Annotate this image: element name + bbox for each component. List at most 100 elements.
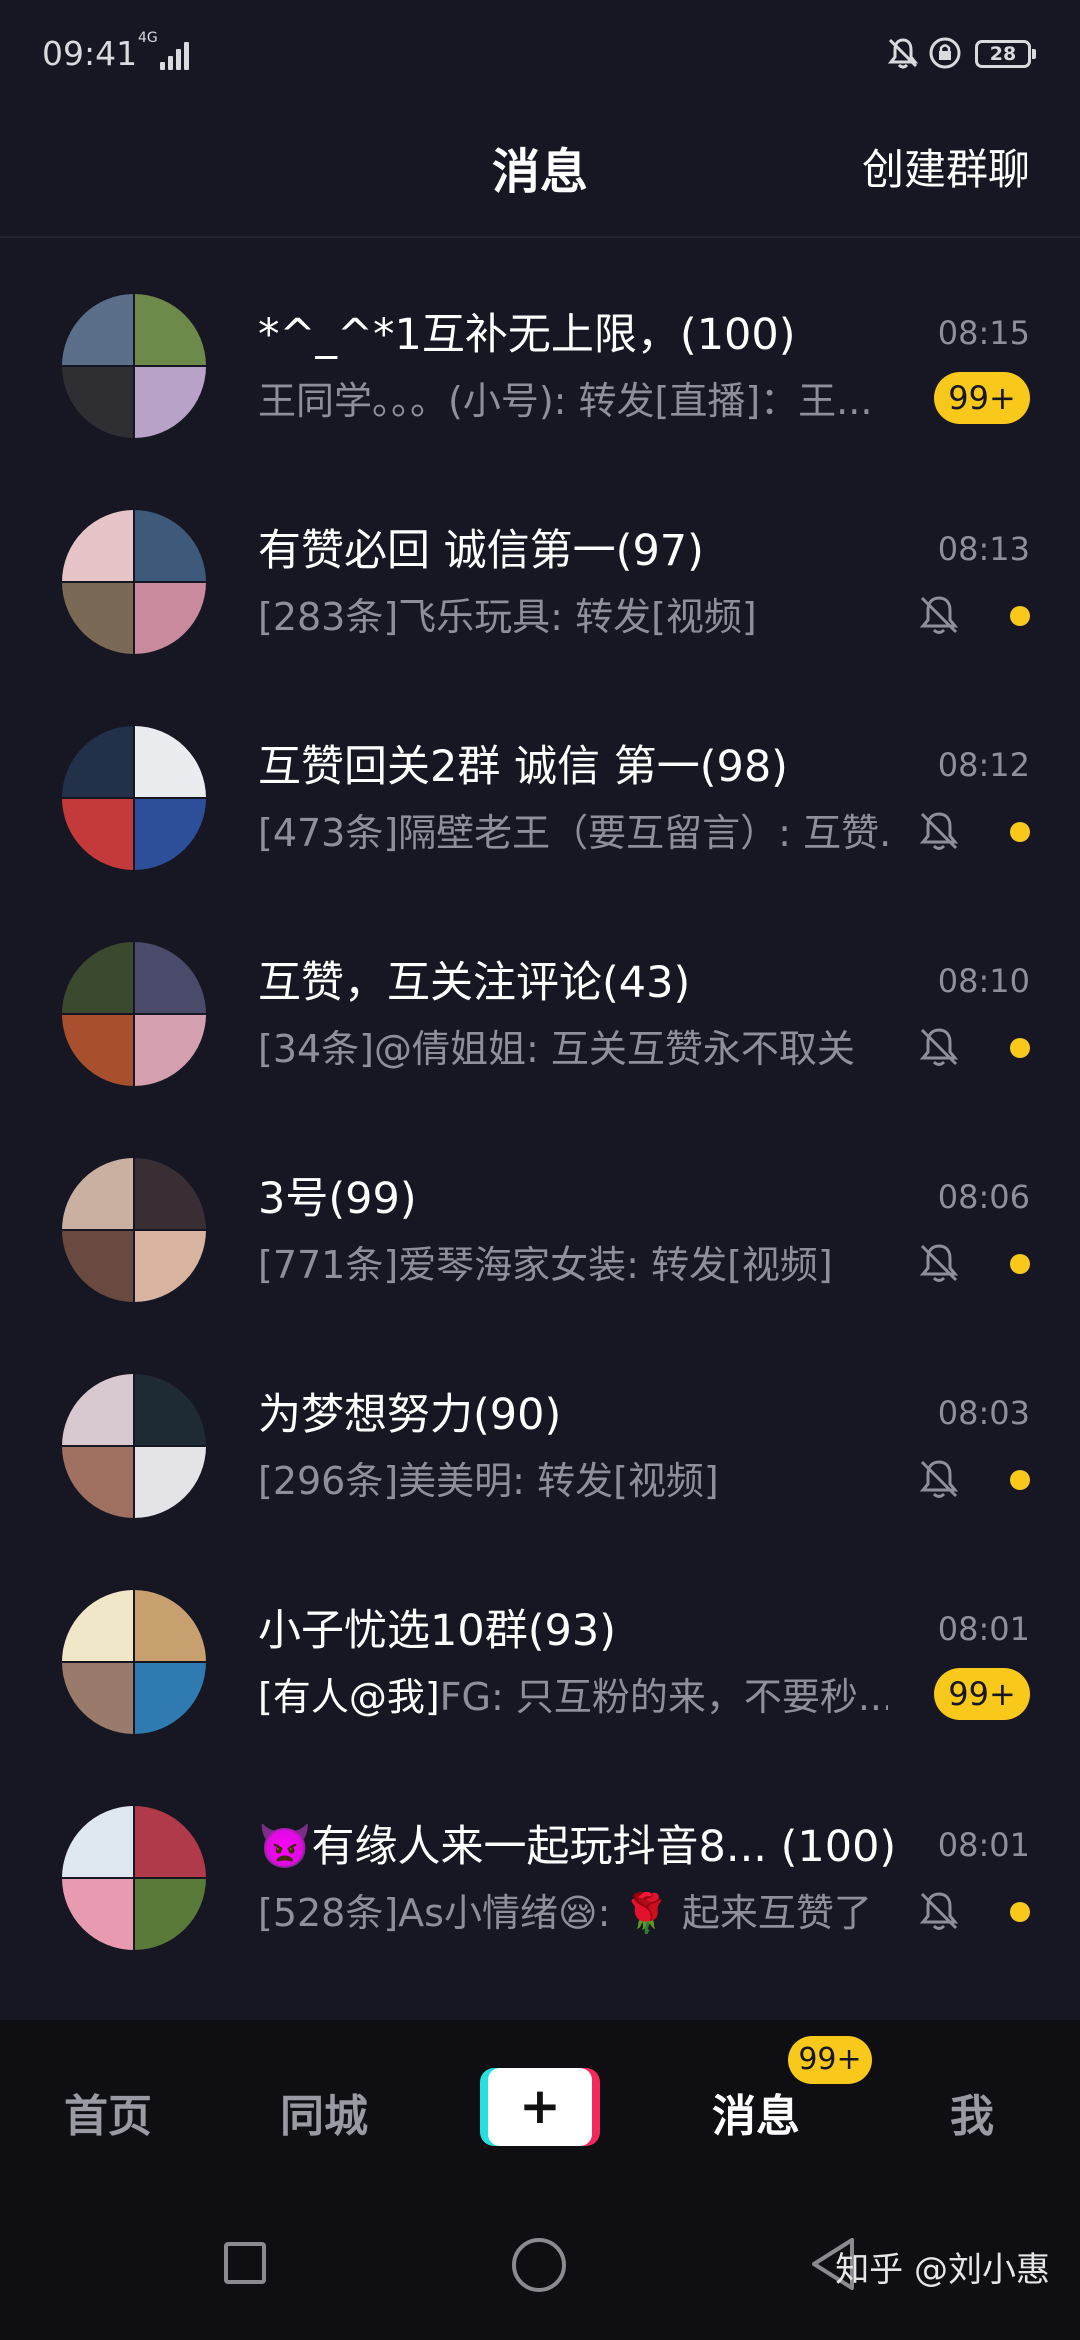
unread-dot	[1010, 822, 1030, 842]
recent-apps-icon[interactable]	[224, 2242, 266, 2284]
group-avatar	[62, 726, 206, 870]
avatar-tile	[62, 510, 133, 581]
unread-badge: 99+	[934, 372, 1030, 424]
chat-row[interactable]: 有赞必回 诚信第一(97) [283条]飞乐玩具: 转发[视频] 08:13	[0, 452, 1080, 668]
signal-icon	[160, 40, 194, 70]
plus-icon: +	[488, 2068, 592, 2146]
chat-name: 小子忧选10群(93)	[258, 1606, 616, 1656]
avatar-tile	[135, 1879, 206, 1950]
unread-dot	[1010, 606, 1030, 626]
chat-name: 互赞回关2群 诚信 第一(98)	[258, 742, 788, 792]
avatar-tile	[135, 1158, 206, 1229]
chat-time: 08:12	[937, 746, 1030, 784]
chat-row[interactable]: 互赞回关2群 诚信 第一(98) [473条]隔壁老王（要互留言）: 互赞... 0…	[0, 668, 1080, 884]
chat-row[interactable]: 为梦想努力(90) [296条]美美明: 转发[视频] 08:03	[0, 1316, 1080, 1532]
group-avatar	[62, 1158, 206, 1302]
avatar-tile	[135, 510, 206, 581]
chat-preview: [528条]As小情绪😪: 🌹 起来互赞了	[258, 1882, 872, 1937]
avatar-tile	[62, 1374, 133, 1445]
chat-row[interactable]: 👿有缘人来一起玩抖音8... (100) [528条]As小情绪😪: 🌹 起来互赞…	[0, 1748, 1080, 1964]
tab-messages[interactable]: 消息	[712, 2080, 800, 2144]
tab-home[interactable]: 首页	[64, 2080, 152, 2144]
chat-name: 有赞必回 诚信第一(97)	[258, 526, 704, 576]
avatar-tile	[62, 942, 133, 1013]
unread-badge: 99+	[934, 1668, 1030, 1720]
chat-name: 👿有缘人来一起玩抖音8... (100)	[258, 1822, 897, 1872]
avatar-tile	[135, 942, 206, 1013]
home-icon[interactable]	[512, 2238, 566, 2292]
header: 消息 创建群聊	[0, 110, 1080, 238]
avatar-tile	[62, 1231, 133, 1302]
avatar-tile	[62, 799, 133, 870]
avatar-tile	[62, 1590, 133, 1661]
unread-dot	[1010, 1902, 1030, 1922]
chat-row[interactable]: 小子忧选10群(93) [有人@我]FG: 只互粉的来，不要秒... 08:01 99…	[0, 1532, 1080, 1748]
chat-preview: 王同学。。。(小号): 转发[直播]：王...	[258, 370, 872, 425]
mention-tag: [有人@我]	[258, 1675, 440, 1719]
avatar-tile	[62, 1158, 133, 1229]
system-navigation-bar: 知乎 @刘小惠	[0, 2210, 1080, 2340]
bell-off-icon	[887, 38, 919, 69]
group-avatar	[62, 1374, 206, 1518]
avatar-tile	[62, 1663, 133, 1734]
chat-row[interactable]: *^_^*1互补无上限，(100) 王同学。。。(小号): 转发[直播]：王...…	[0, 236, 1080, 452]
tab-me[interactable]: 我	[950, 2080, 994, 2144]
chat-time: 08:06	[937, 1178, 1030, 1216]
avatar-tile	[62, 367, 133, 438]
chat-preview: [771条]爱琴海家女装: 转发[视频]	[258, 1234, 833, 1289]
unread-dot	[1010, 1254, 1030, 1274]
group-avatar	[62, 294, 206, 438]
avatar-tile	[135, 1231, 206, 1302]
avatar-tile	[135, 726, 206, 797]
avatar-tile	[135, 1663, 206, 1734]
muted-bell-icon	[916, 1456, 962, 1502]
preview-text: [34条]@倩姐姐: 互关互赞永不取关	[258, 1027, 855, 1071]
chat-row[interactable]: 互赞，互关注评论(43) [34条]@倩姐姐: 互关互赞永不取关 08:10	[0, 884, 1080, 1100]
avatar-tile	[62, 1806, 133, 1877]
status-bar: 09:41 4G 28	[0, 0, 1080, 110]
unread-dot	[1010, 1038, 1030, 1058]
group-avatar	[62, 1590, 206, 1734]
preview-text: [283条]飞乐玩具: 转发[视频]	[258, 595, 757, 639]
chat-row[interactable]: 3号(99) [771条]爱琴海家女装: 转发[视频] 08:06	[0, 1100, 1080, 1316]
group-avatar	[62, 510, 206, 654]
tab-nearby[interactable]: 同城	[280, 2080, 368, 2144]
unread-dot	[1010, 1470, 1030, 1490]
avatar-tile	[135, 294, 206, 365]
create-group-chat-button[interactable]: 创建群聊	[862, 136, 1030, 197]
bottom-tab-bar: 首页 同城 + 消息 99+ 我	[0, 2020, 1080, 2210]
muted-bell-icon	[916, 1240, 962, 1286]
avatar-tile	[135, 583, 206, 654]
chat-time: 08:01	[937, 1610, 1030, 1648]
preview-text: [473条]隔壁老王（要互留言）: 互赞...	[258, 811, 888, 855]
avatar-tile	[62, 1015, 133, 1086]
chat-preview: [296条]美美明: 转发[视频]	[258, 1450, 719, 1505]
muted-bell-icon	[916, 1024, 962, 1070]
status-time: 09:41	[42, 34, 138, 73]
avatar-tile	[135, 1374, 206, 1445]
network-type: 4G	[138, 30, 158, 46]
chat-name: *^_^*1互补无上限，(100)	[258, 310, 796, 360]
group-avatar	[62, 942, 206, 1086]
avatar-tile	[62, 1447, 133, 1518]
chat-time: 08:10	[937, 962, 1030, 1000]
create-video-button[interactable]: +	[480, 2068, 600, 2146]
chat-preview: [283条]飞乐玩具: 转发[视频]	[258, 586, 757, 641]
group-avatar	[62, 1806, 206, 1950]
watermark: 知乎 @刘小惠	[835, 2250, 1050, 2290]
avatar-tile	[135, 1590, 206, 1661]
avatar-tile	[135, 1015, 206, 1086]
chat-time: 08:03	[937, 1394, 1030, 1432]
preview-text: 王同学。。。(小号): 转发[直播]：王...	[258, 379, 873, 423]
avatar-tile	[135, 799, 206, 870]
chat-preview: [34条]@倩姐姐: 互关互赞永不取关	[258, 1018, 855, 1073]
chat-preview: [有人@我]FG: 只互粉的来，不要秒...	[258, 1666, 888, 1721]
avatar-tile	[62, 583, 133, 654]
preview-text: [296条]美美明: 转发[视频]	[258, 1459, 719, 1503]
chat-preview: [473条]隔壁老王（要互留言）: 互赞...	[258, 802, 888, 857]
muted-bell-icon	[916, 592, 962, 638]
avatar-tile	[62, 294, 133, 365]
chat-name: 3号(99)	[258, 1174, 417, 1224]
chat-name: 互赞，互关注评论(43)	[258, 958, 691, 1008]
muted-bell-icon	[916, 1888, 962, 1934]
